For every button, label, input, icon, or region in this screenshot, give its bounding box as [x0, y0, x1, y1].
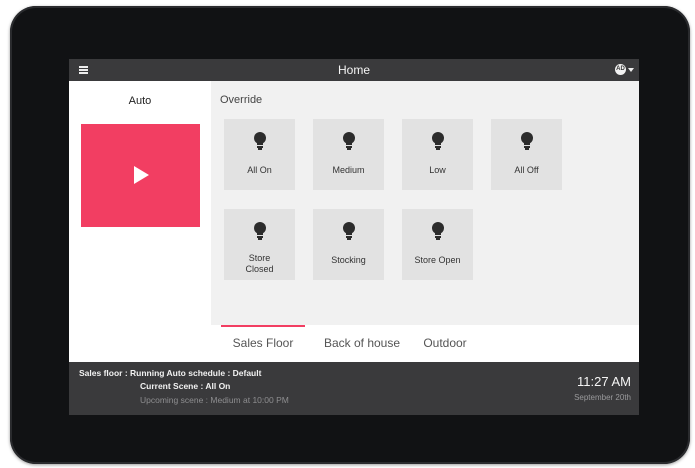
tab-back-of-house[interactable]: Back of house [315, 325, 409, 362]
scene-label: Low [429, 165, 446, 175]
scene-label: Medium [332, 165, 365, 175]
play-icon [134, 166, 149, 184]
status-bar: Sales floor : Running Auto schedule : De… [69, 362, 639, 415]
scene-label: Store Open [414, 255, 461, 265]
current-scene-status: Current Scene : All On [140, 381, 231, 391]
user-menu-button[interactable]: AD [615, 64, 634, 76]
zone-tabs: Sales Floor Back of house Outdoor [211, 325, 639, 362]
chevron-down-icon [628, 68, 634, 72]
scene-low-button[interactable]: Low [402, 119, 473, 190]
lightbulb-icon [342, 132, 356, 150]
scene-label: Stocking [331, 255, 366, 265]
clock-date: September 20th [574, 393, 631, 402]
tab-sales-floor[interactable]: Sales Floor [221, 325, 305, 362]
lightbulb-icon [520, 132, 534, 150]
scene-all-on-button[interactable]: All On [224, 119, 295, 190]
scene-all-off-button[interactable]: All Off [491, 119, 562, 190]
scene-store-open-button[interactable]: Store Open [402, 209, 473, 280]
lightbulb-icon [342, 222, 356, 240]
clock-time: 11:27 AM [577, 374, 631, 389]
tab-outdoor[interactable]: Outdoor [415, 325, 475, 362]
scene-medium-button[interactable]: Medium [313, 119, 384, 190]
touchscreen: Home AD Auto Override All On Medium Low … [69, 59, 639, 415]
override-heading: Override [220, 94, 263, 106]
header-bar: Home AD [69, 59, 639, 81]
schedule-status: Sales floor : Running Auto schedule : De… [79, 368, 262, 378]
lightbulb-icon [431, 222, 445, 240]
avatar: AD [615, 64, 626, 75]
scene-label: Store Closed [245, 253, 274, 274]
auto-label: Auto [128, 95, 152, 107]
lightbulb-icon [431, 132, 445, 150]
auto-panel: Auto [69, 81, 211, 362]
scene-label: All On [247, 165, 272, 175]
upcoming-scene-status: Upcoming scene : Medium at 10:00 PM [140, 395, 289, 405]
scene-store-closed-button[interactable]: Store Closed [224, 209, 295, 280]
lightbulb-icon [253, 132, 267, 150]
lightbulb-icon [253, 222, 267, 240]
scene-label: All Off [514, 165, 539, 175]
page-title: Home [337, 63, 370, 77]
override-section: Override All On Medium Low All Off Store… [211, 81, 639, 325]
scene-stocking-button[interactable]: Stocking [313, 209, 384, 280]
auto-play-button[interactable] [81, 124, 200, 227]
